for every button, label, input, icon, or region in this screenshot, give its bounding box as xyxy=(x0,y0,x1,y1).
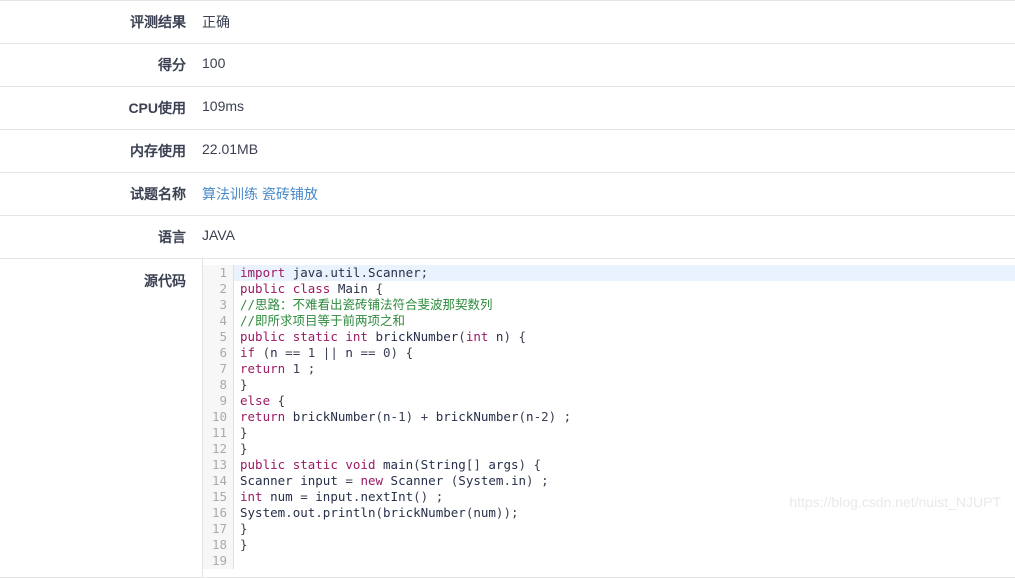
row-label-cpu: CPU使用 xyxy=(128,100,186,116)
code-line[interactable]: public class Main { xyxy=(234,281,1015,297)
table-row-source-code: 源代码 1 2 3 4 5 6 7 8 9 10 11 12 13 14 15 16 17 18 19 import… xyxy=(0,258,1015,578)
code-line[interactable]: if (n == 1 || n == 0) { xyxy=(234,345,1015,361)
line-number: 17 xyxy=(211,521,227,536)
line-number: 6 xyxy=(219,345,227,360)
row-value-cpu: 109ms xyxy=(202,98,245,114)
line-number-gutter: 1 2 3 4 5 6 7 8 9 10 11 12 13 14 15 16 17 18 19 xyxy=(203,265,234,569)
table-row-problem-name: 试题名称 算法训练 瓷砖铺放 xyxy=(0,172,1015,216)
code-line[interactable]: } xyxy=(234,537,1015,553)
table-row-memory: 内存使用 22.01MB xyxy=(0,129,1015,173)
line-number: 8 xyxy=(219,377,227,392)
row-value-score: 100 xyxy=(202,55,226,71)
row-value-verdict: 正确 xyxy=(202,14,230,30)
code-line[interactable]: public static void main(String[] args) { xyxy=(234,457,1015,473)
line-number: 3 xyxy=(219,297,227,312)
problem-name-link-category[interactable]: 算法训练 xyxy=(202,186,258,202)
code-line[interactable] xyxy=(234,553,1015,569)
code-line[interactable]: else { xyxy=(234,393,1015,409)
row-label-source-code: 源代码 xyxy=(144,273,186,289)
submission-result-table: 评测结果 正确 得分 100 CPU使用 109ms 内存使用 22.01MB … xyxy=(0,0,1015,578)
row-value-source-code: 1 2 3 4 5 6 7 8 9 10 11 12 13 14 15 16 17 18 19 import jav… xyxy=(186,259,1015,578)
code-line[interactable]: //即所求项目等于前两项之和 xyxy=(234,313,1015,329)
source-code-viewer[interactable]: 1 2 3 4 5 6 7 8 9 10 11 12 13 14 15 16 17 18 19 import jav… xyxy=(202,259,1015,577)
row-label-verdict: 评测结果 xyxy=(130,14,186,30)
code-line[interactable]: } xyxy=(234,425,1015,441)
code-line[interactable]: Scanner input = new Scanner (System.in) … xyxy=(234,473,1015,489)
line-number: 18 xyxy=(211,537,227,552)
code-line[interactable]: } xyxy=(234,377,1015,393)
line-number: 14 xyxy=(211,473,227,488)
line-number: 5 xyxy=(219,329,227,344)
code-line[interactable]: import java.util.Scanner; xyxy=(234,265,1015,281)
line-number: 19 xyxy=(211,553,227,568)
table-row-language: 语言 JAVA xyxy=(0,215,1015,259)
code-line[interactable]: public static int brickNumber(int n) { xyxy=(234,329,1015,345)
code-line[interactable]: return brickNumber(n-1) + brickNumber(n-… xyxy=(234,409,1015,425)
line-number: 7 xyxy=(219,361,227,376)
line-number: 1 xyxy=(219,265,227,280)
line-number: 15 xyxy=(211,489,227,504)
line-number: 2 xyxy=(219,281,227,296)
table-row-score: 得分 100 xyxy=(0,43,1015,87)
code-lines-container[interactable]: import java.util.Scanner; public class Ma… xyxy=(234,265,1015,569)
problem-name-link-title[interactable]: 瓷砖铺放 xyxy=(262,186,318,202)
row-label-score: 得分 xyxy=(158,57,186,73)
row-value-memory: 22.01MB xyxy=(202,141,259,157)
code-line[interactable]: System.out.println(brickNumber(num)); xyxy=(234,505,1015,521)
line-number: 4 xyxy=(219,313,227,328)
line-number: 10 xyxy=(211,409,227,424)
table-row-cpu: CPU使用 109ms xyxy=(0,86,1015,130)
row-value-problem-name: 算法训练 瓷砖铺放 xyxy=(186,173,1015,216)
code-line[interactable]: return 1 ; xyxy=(234,361,1015,377)
line-number: 12 xyxy=(211,441,227,456)
code-line[interactable]: } xyxy=(234,441,1015,457)
line-number: 9 xyxy=(219,393,227,408)
line-number: 11 xyxy=(211,425,227,440)
line-number: 16 xyxy=(211,505,227,520)
table-row-verdict: 评测结果 正确 xyxy=(0,0,1015,44)
code-line[interactable]: int num = input.nextInt() ; xyxy=(234,489,1015,505)
code-line[interactable]: } xyxy=(234,521,1015,537)
line-number: 13 xyxy=(211,457,227,472)
row-label-memory: 内存使用 xyxy=(130,143,186,159)
row-label-language: 语言 xyxy=(158,229,186,245)
row-label-problem-name: 试题名称 xyxy=(130,186,186,202)
code-line[interactable]: //思路：不难看出瓷砖铺法符合斐波那契数列 xyxy=(234,297,1015,313)
row-value-language: JAVA xyxy=(202,227,235,243)
